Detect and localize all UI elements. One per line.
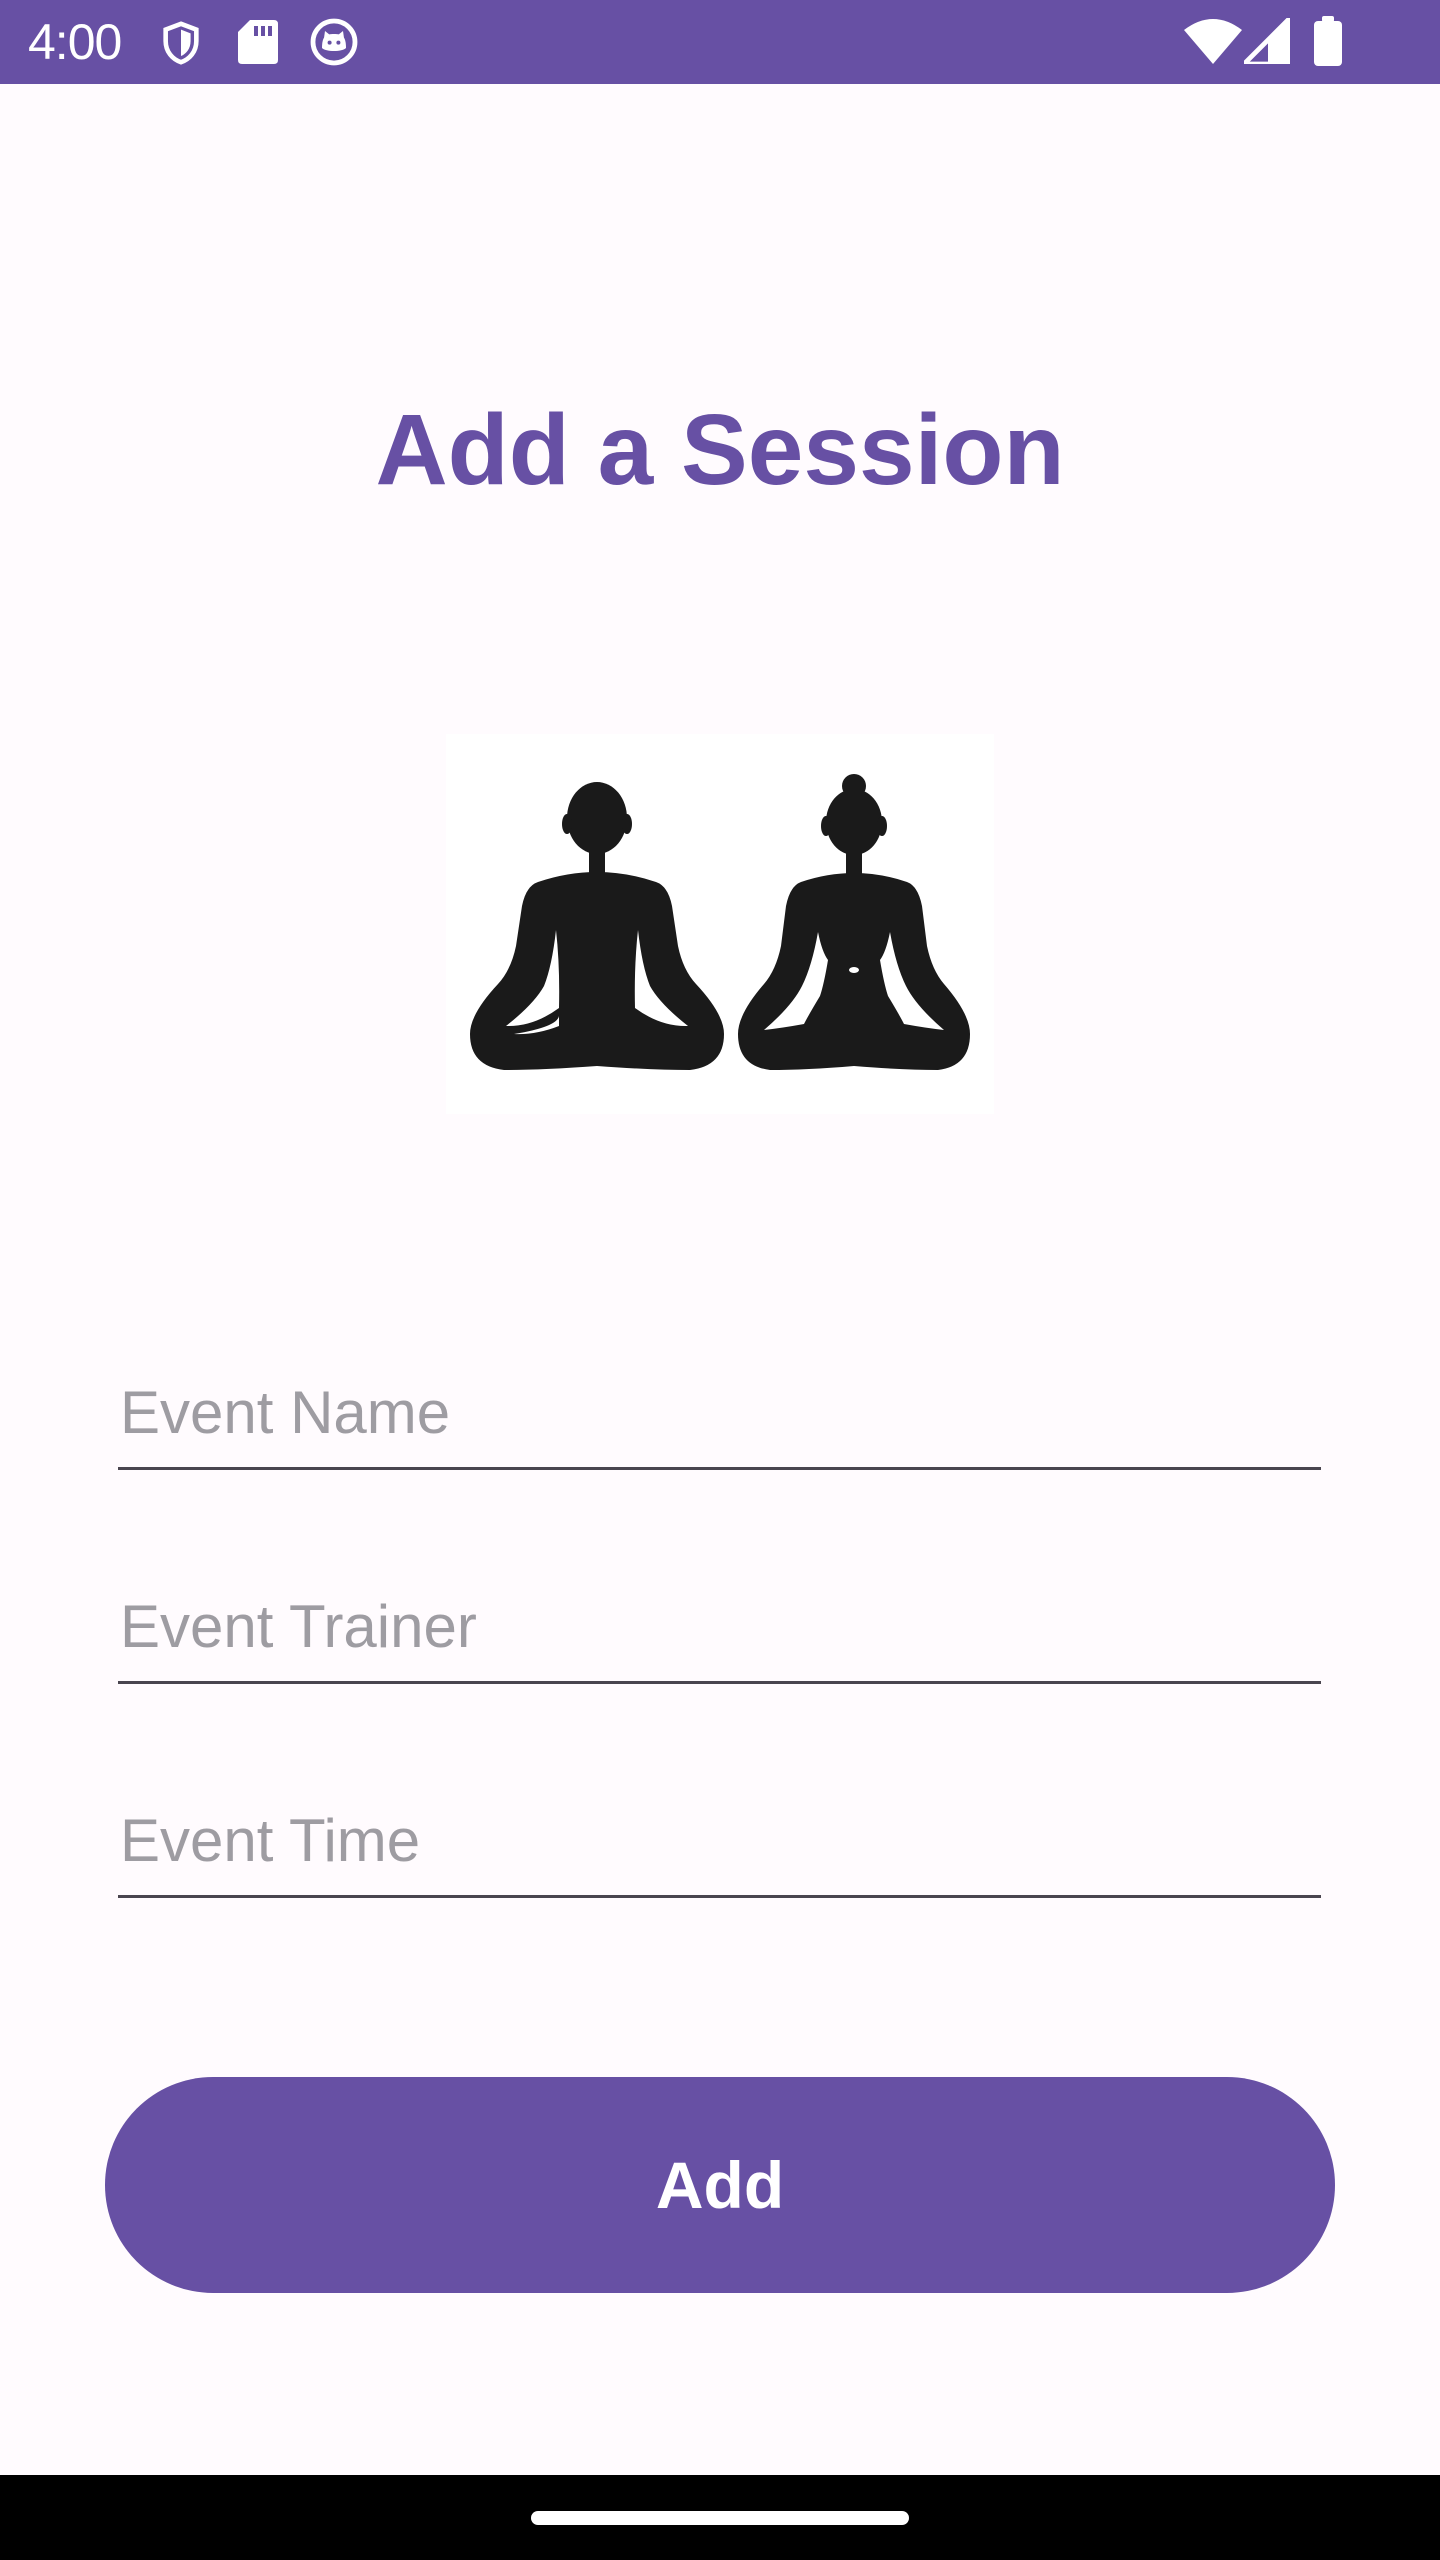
meditating-couple-icon [470, 774, 970, 1070]
sd-card-icon [238, 20, 278, 64]
status-time: 4:00 [28, 14, 122, 70]
event-time-input[interactable] [118, 1788, 1321, 1892]
signal-icon [1244, 18, 1290, 64]
navigation-bar [0, 2475, 1440, 2560]
event-name-underline [118, 1467, 1321, 1470]
event-trainer-underline [118, 1681, 1321, 1684]
shield-icon [163, 21, 199, 65]
event-time-underline [118, 1895, 1321, 1898]
battery-icon [1314, 16, 1342, 66]
event-trainer-field[interactable] [118, 1574, 1321, 1684]
session-image [446, 734, 994, 1114]
page-title: Add a Session [375, 394, 1065, 506]
status-bar: 4:00 [0, 0, 1440, 84]
event-name-input[interactable] [118, 1360, 1321, 1464]
event-trainer-input[interactable] [118, 1574, 1321, 1678]
event-name-field[interactable] [118, 1360, 1321, 1470]
wifi-icon [1184, 19, 1242, 64]
home-handle[interactable] [531, 2511, 909, 2525]
add-button[interactable]: Add [105, 2077, 1335, 2293]
event-time-field[interactable] [118, 1788, 1321, 1898]
cat-face-icon [310, 18, 358, 66]
